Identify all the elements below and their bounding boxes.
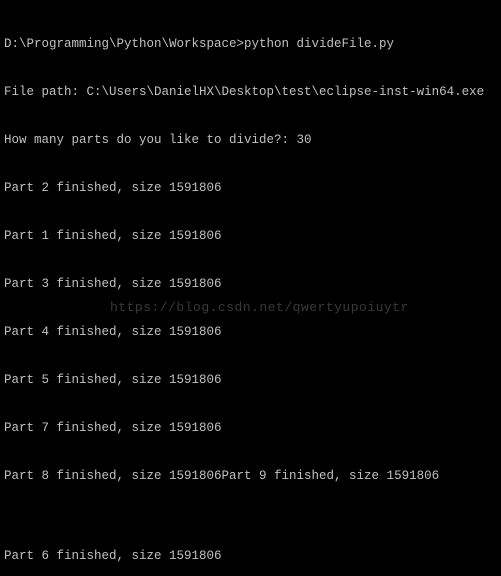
output-line: Part 6 finished, size 1591806	[4, 548, 501, 564]
command-prompt-line: D:\Programming\Python\Workspace>python d…	[4, 36, 501, 52]
file-path-input-line: File path: C:\Users\DanielHX\Desktop\tes…	[4, 84, 501, 100]
output-line: Part 5 finished, size 1591806	[4, 372, 501, 388]
parts-prompt-line: How many parts do you like to divide?: 3…	[4, 132, 501, 148]
output-line: Part 3 finished, size 1591806	[4, 276, 501, 292]
output-line: Part 4 finished, size 1591806	[4, 324, 501, 340]
output-line: Part 7 finished, size 1591806	[4, 420, 501, 436]
watermark-text: https://blog.csdn.net/qwertyupoiuytr	[110, 300, 409, 316]
output-line: Part 8 finished, size 1591806Part 9 fini…	[4, 468, 501, 484]
terminal-window[interactable]: D:\Programming\Python\Workspace>python d…	[0, 0, 501, 576]
output-line: Part 2 finished, size 1591806	[4, 180, 501, 196]
output-line: Part 1 finished, size 1591806	[4, 228, 501, 244]
